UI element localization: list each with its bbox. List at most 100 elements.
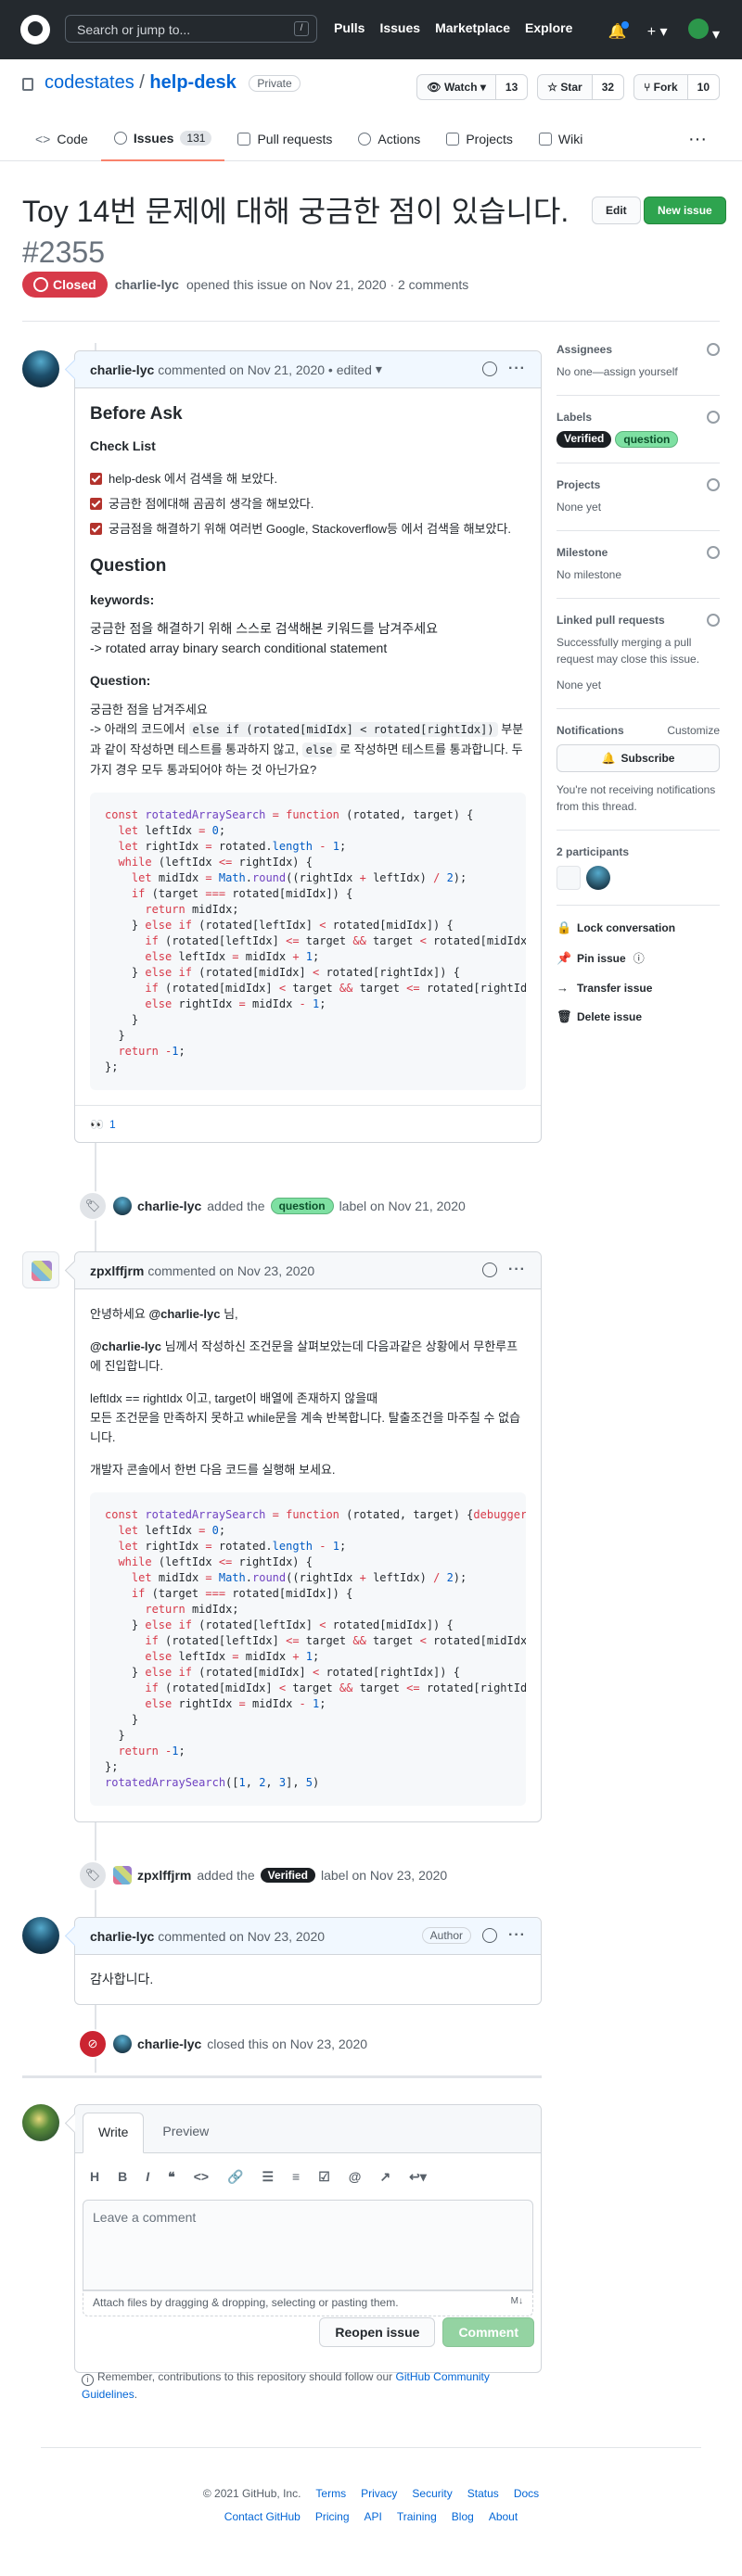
gear-icon[interactable] [707, 343, 720, 356]
github-logo-icon[interactable] [20, 15, 50, 44]
footer-link-contact[interactable]: Contact GitHub [224, 2510, 301, 2523]
gear-icon[interactable] [707, 546, 720, 559]
subscribe-label: Subscribe [620, 752, 675, 765]
repo-name-link[interactable]: help-desk [149, 72, 236, 93]
label-verified[interactable]: Verified [260, 1868, 315, 1883]
gear-icon[interactable] [707, 478, 720, 491]
cross-reference-icon[interactable]: ↗ [379, 2169, 390, 2185]
watch-count[interactable]: 13 [494, 75, 528, 99]
bold-icon[interactable]: B [118, 2169, 127, 2184]
tab-pull-requests[interactable]: Pull requests [224, 117, 345, 161]
footer-link-pricing[interactable]: Pricing [315, 2510, 350, 2523]
numbered-list-icon[interactable]: ≡ [292, 2169, 300, 2184]
reopen-issue-button[interactable]: Reopen issue [319, 2317, 436, 2347]
gear-icon[interactable] [707, 614, 720, 627]
repo-owner-link[interactable]: codestates [45, 72, 134, 93]
fork-button[interactable]: ⑂ Fork 10 [633, 74, 720, 100]
link-icon[interactable]: 🔗 [227, 2169, 243, 2185]
quote-icon[interactable]: ❝ [168, 2169, 175, 2185]
tab-issues[interactable]: Issues 131 [100, 117, 225, 161]
gear-icon[interactable] [707, 411, 720, 424]
actor-avatar[interactable] [113, 1197, 132, 1215]
fork-count[interactable]: 10 [686, 75, 719, 99]
user-mention[interactable]: @charlie-lyc [148, 1307, 220, 1321]
add-reaction-smiley-icon[interactable] [482, 362, 498, 376]
comment-options-kebab-icon[interactable]: ··· [508, 1927, 526, 1944]
tab-actions[interactable]: Actions [345, 117, 433, 161]
nav-pulls[interactable]: Pulls [334, 20, 365, 35]
issue-body-comment: charlie-lyc commented on Nov 21, 2020 • … [74, 350, 542, 1143]
bullet-list-icon[interactable]: ☰ [262, 2169, 274, 2185]
footer-link-status[interactable]: Status [467, 2487, 499, 2500]
subscribe-button[interactable]: 🔔 Subscribe [556, 744, 720, 772]
participant-avatar[interactable] [586, 866, 610, 890]
delete-issue-button[interactable]: 🗑 Delete issue [556, 1009, 720, 1024]
comment-author[interactable]: charlie-lyc [90, 362, 154, 377]
transfer-issue-button[interactable]: → Transfer issue [556, 981, 720, 995]
nav-marketplace[interactable]: Marketplace [435, 20, 510, 35]
star-button[interactable]: ☆ Star 32 [537, 74, 625, 100]
new-issue-button[interactable]: New issue [644, 197, 726, 224]
mention-icon[interactable]: @ [349, 2169, 362, 2184]
footer-link-about[interactable]: About [489, 2510, 518, 2523]
search-input[interactable]: Search or jump to... / [65, 15, 317, 43]
assignees-value[interactable]: No one—assign yourself [556, 363, 720, 380]
actor-avatar[interactable] [113, 1866, 132, 1884]
participant-avatar[interactable] [556, 866, 581, 890]
code-icon[interactable]: <> [194, 2169, 209, 2184]
event-actor[interactable]: zpxlffjrm [137, 1868, 191, 1883]
edit-title-button[interactable]: Edit [592, 197, 641, 224]
footer-link-docs[interactable]: Docs [514, 2487, 539, 2500]
preview-tab[interactable]: Preview [147, 2113, 224, 2152]
add-reaction-smiley-icon[interactable] [482, 1263, 498, 1277]
comment-options-kebab-icon[interactable]: ··· [508, 1262, 526, 1278]
customize-link[interactable]: Customize [667, 724, 720, 737]
task-list-icon[interactable]: ☑ [318, 2169, 330, 2185]
tab-code[interactable]: <> Code [22, 117, 101, 161]
heading-icon[interactable]: H [90, 2169, 99, 2184]
comment-author[interactable]: zpxlffjrm [90, 1263, 144, 1278]
pin-issue-button[interactable]: 📌 Pin issue ⓘ [556, 950, 720, 966]
italic-icon[interactable]: I [146, 2169, 149, 2184]
issue-author-link[interactable]: charlie-lyc [115, 277, 179, 292]
comment-options-kebab-icon[interactable]: ··· [508, 361, 526, 377]
footer-link-api[interactable]: API [365, 2510, 382, 2523]
lock-conversation-button[interactable]: 🔒 Lock conversation [556, 920, 720, 935]
footer-link-security[interactable]: Security [412, 2487, 452, 2500]
label-question[interactable]: question [270, 1198, 334, 1214]
tab-wiki[interactable]: Wiki [526, 117, 595, 161]
checklist-item: help-desk 에서 검색을 해 보았다. [90, 469, 526, 489]
user-mention[interactable]: @charlie-lyc [90, 1339, 161, 1353]
notifications-bell-icon[interactable]: 🔔 [608, 19, 630, 41]
event-actor[interactable]: charlie-lyc [137, 1199, 201, 1213]
more-tabs-kebab-icon[interactable]: ··· [675, 117, 720, 161]
nav-issues[interactable]: Issues [379, 20, 420, 35]
info-icon[interactable]: ⓘ [633, 950, 645, 966]
saved-replies-icon[interactable]: ↩▾ [409, 2169, 427, 2185]
comment-submit-button[interactable]: Comment [442, 2317, 534, 2347]
write-tab[interactable]: Write [83, 2113, 145, 2153]
current-user-avatar[interactable] [22, 2104, 59, 2141]
charlie-avatar[interactable] [22, 1917, 59, 1954]
attach-files-area[interactable]: Attach files by dragging & dropping, sel… [83, 2290, 533, 2316]
nav-explore[interactable]: Explore [525, 20, 572, 35]
eyes-reaction[interactable]: 👀 1 [90, 1118, 116, 1131]
watch-button[interactable]: 👁 Watch ▾ 13 [416, 74, 529, 100]
user-menu[interactable]: ▾ [687, 19, 720, 44]
create-new-plus-icon[interactable]: + ▾ [647, 22, 668, 41]
footer-link-terms[interactable]: Terms [315, 2487, 346, 2500]
comment-textarea[interactable]: Leave a comment [83, 2200, 533, 2290]
charlie-avatar[interactable] [22, 350, 59, 387]
comment-author[interactable]: charlie-lyc [90, 1929, 154, 1944]
footer-link-privacy[interactable]: Privacy [361, 2487, 397, 2500]
tab-projects[interactable]: Projects [433, 117, 526, 161]
label-question[interactable]: question [615, 431, 679, 448]
footer-link-blog[interactable]: Blog [452, 2510, 474, 2523]
actor-avatar[interactable] [113, 2035, 132, 2053]
footer-link-training[interactable]: Training [397, 2510, 437, 2523]
label-verified[interactable]: Verified [556, 431, 612, 448]
zpxlffjrm-avatar[interactable] [22, 1251, 59, 1288]
event-actor[interactable]: charlie-lyc [137, 2037, 201, 2051]
add-reaction-smiley-icon[interactable] [482, 1928, 498, 1943]
star-count[interactable]: 32 [591, 75, 624, 99]
